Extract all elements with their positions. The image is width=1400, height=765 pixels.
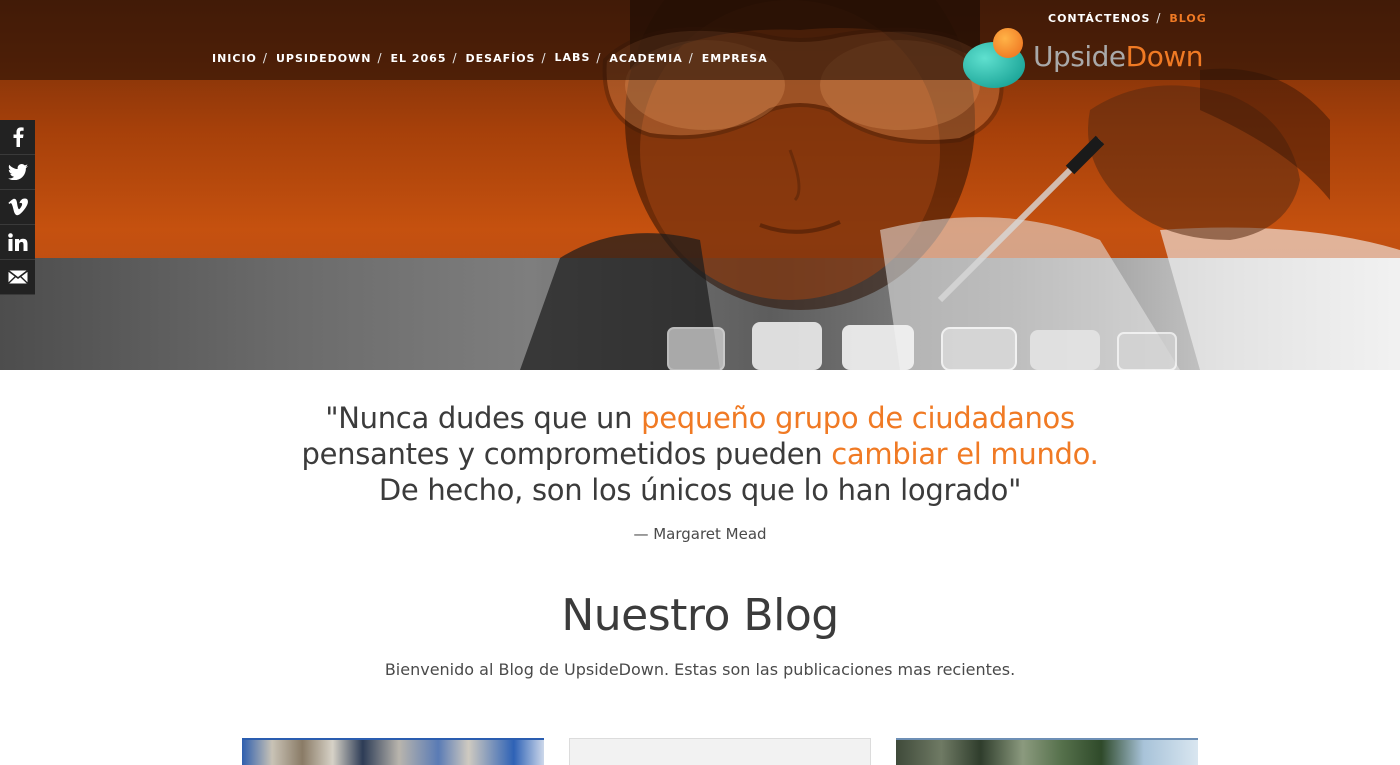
blog-post-card-1[interactable] bbox=[242, 738, 544, 765]
nav-el-2065[interactable]: EL 2065 bbox=[391, 52, 447, 65]
quote-text: "Nunca dudes que un bbox=[325, 401, 642, 435]
nav-separator: / bbox=[377, 51, 382, 65]
quote-line-3: De hecho, son los únicos que lo han logr… bbox=[378, 473, 1022, 507]
blog-section-subtitle: Bienvenido al Blog de UpsideDown. Estas … bbox=[384, 660, 1016, 679]
logo-wordmark: UpsideDown bbox=[1033, 40, 1203, 73]
linkedin-icon bbox=[7, 233, 27, 251]
nav-separator: / bbox=[541, 51, 546, 65]
nav-empresa[interactable]: EMPRESA bbox=[702, 52, 768, 65]
blog-link[interactable]: BLOG bbox=[1169, 12, 1206, 25]
quote-text: pensantes y comprometidos pueden bbox=[301, 437, 832, 471]
nav-upsidedown[interactable]: UPSIDEDOWN bbox=[276, 52, 371, 65]
featured-quote: "Nunca dudes que un pequeño grupo de ciu… bbox=[0, 400, 1400, 508]
linkedin-button[interactable] bbox=[0, 225, 35, 260]
nav-separator: / bbox=[596, 51, 601, 65]
quote-line-2: pensantes y comprometidos pueden cambiar… bbox=[0, 436, 1400, 472]
twitter-button[interactable] bbox=[0, 155, 35, 190]
quote-highlight: pequeño grupo de ciudadanos bbox=[641, 401, 1075, 435]
main-navigation: INICIO / UPSIDEDOWN / EL 2065 / DESAFÍOS… bbox=[212, 51, 768, 66]
quote-line-1: "Nunca dudes que un pequeño grupo de ciu… bbox=[0, 400, 1400, 436]
nav-desafios[interactable]: DESAFÍOS bbox=[466, 52, 536, 65]
hero-banner: INICIO / UPSIDEDOWN / EL 2065 / DESAFÍOS… bbox=[0, 0, 1400, 370]
upsidedown-logo[interactable]: UpsideDown bbox=[962, 27, 1214, 89]
logo-word-down: Down bbox=[1125, 39, 1204, 73]
logo-word-upside: Upside bbox=[1033, 39, 1126, 73]
nav-academia[interactable]: ACADEMIA bbox=[609, 52, 682, 65]
vimeo-button[interactable] bbox=[0, 190, 35, 225]
quote-highlight: cambiar el mundo. bbox=[831, 437, 1099, 471]
blog-section-title: Nuestro Blog bbox=[561, 590, 839, 641]
facebook-button[interactable] bbox=[0, 120, 35, 155]
nav-separator: / bbox=[262, 51, 267, 65]
nav-inicio[interactable]: INICIO bbox=[212, 52, 257, 65]
blog-post-card-2[interactable] bbox=[569, 738, 871, 765]
email-button[interactable] bbox=[0, 260, 35, 295]
vimeo-icon bbox=[7, 198, 28, 216]
top-link-separator: / bbox=[1156, 11, 1161, 25]
logo-mark-icon bbox=[962, 27, 1026, 89]
quote-author: — Margaret Mead bbox=[633, 525, 767, 543]
social-sidebar bbox=[0, 120, 35, 295]
top-links: CONTÁCTENOS / BLOG bbox=[1048, 11, 1207, 25]
blog-post-card-3[interactable] bbox=[896, 738, 1198, 765]
contact-link[interactable]: CONTÁCTENOS bbox=[1048, 12, 1150, 25]
email-icon bbox=[7, 270, 28, 284]
nav-separator: / bbox=[452, 51, 457, 65]
twitter-icon bbox=[7, 164, 28, 180]
facebook-icon bbox=[13, 127, 24, 147]
nav-separator: / bbox=[688, 51, 693, 65]
nav-labs[interactable]: LABS bbox=[555, 51, 591, 64]
